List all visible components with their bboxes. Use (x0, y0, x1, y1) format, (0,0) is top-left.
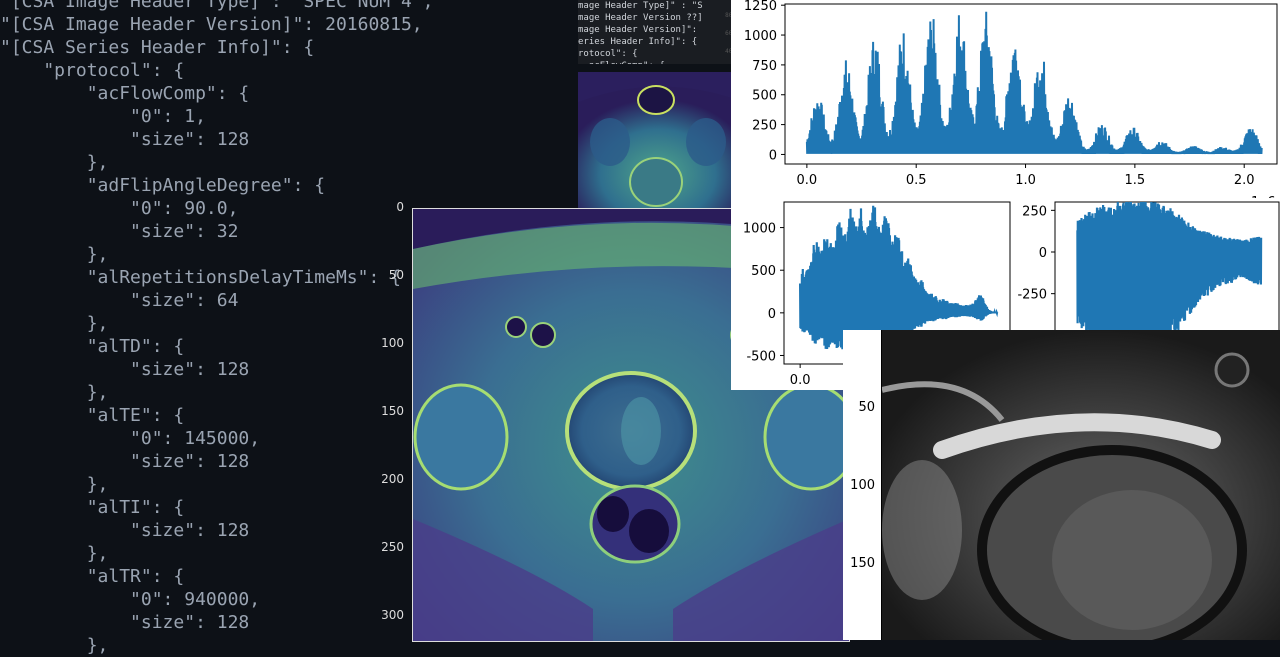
mri-thumbnail (578, 72, 738, 212)
y-tick-label: 500 (752, 89, 777, 104)
x-tick-label: 0.5 (906, 173, 927, 188)
x-tick-label: 1.0 (1015, 173, 1036, 188)
y-tick-label: -500 (746, 349, 776, 364)
y-tick-label: 0 (1039, 246, 1047, 261)
mini-code-line: eries Header Info]": { (578, 37, 698, 47)
mri-y-tick: 250 (381, 540, 404, 554)
x-tick-label: 0.0 (790, 373, 811, 388)
y-tick-label: 750 (752, 59, 777, 74)
mri-gray-y-tick: 100 (850, 478, 875, 493)
mri-y-tick: 200 (381, 472, 404, 486)
mini-code-line: mage Header Type]" : "S (578, 1, 703, 11)
waveform-series-line (805, 11, 1263, 155)
mri-grayscale-figure: 50 100 150 (843, 330, 1280, 640)
mri-gray-y-tick: 50 (858, 400, 875, 415)
y-tick-label: 250 (1022, 204, 1047, 219)
code-thumbnail: mage Header Type]" : "S mage Header Versi… (578, 0, 736, 64)
y-tick-label: 1250 (744, 0, 777, 14)
mini-code-line: mage Header Version]": (578, 25, 698, 35)
mri-grayscale-image (881, 330, 1280, 640)
mri-y-tick: 0 (396, 200, 404, 214)
mini-code-line: rotocol": { (578, 49, 638, 59)
y-tick-label: 1000 (744, 29, 777, 44)
y-tick-label: -250 (1017, 288, 1047, 303)
mri-y-tick: 100 (381, 336, 404, 350)
waveform-plot-top: 0250500750100012500.00.51.01.52.01e6 (731, 0, 1280, 200)
y-tick-label: 500 (751, 264, 776, 279)
y-tick-label: 250 (752, 119, 777, 134)
waveform-plot-mid-right: 250 0 -250 (1011, 198, 1280, 332)
mri-y-tick: 50 (388, 268, 404, 282)
waveform-series-line (1076, 201, 1263, 332)
mri-y-tick: 300 (381, 608, 404, 622)
y-tick-label: 0 (768, 307, 776, 322)
x-tick-label: 0.0 (797, 173, 818, 188)
mri-y-tick: 150 (381, 404, 404, 418)
x-tick-label: 1.5 (1125, 173, 1146, 188)
mri-gray-y-tick: 150 (850, 556, 875, 571)
mini-code-line: mage Header Version ??] (578, 13, 703, 23)
mini-code-line: acFlowComp": { (578, 60, 736, 64)
y-tick-label: 1000 (743, 222, 776, 237)
x-tick-label: 2.0 (1234, 173, 1255, 188)
y-tick-label: 0 (769, 148, 777, 163)
